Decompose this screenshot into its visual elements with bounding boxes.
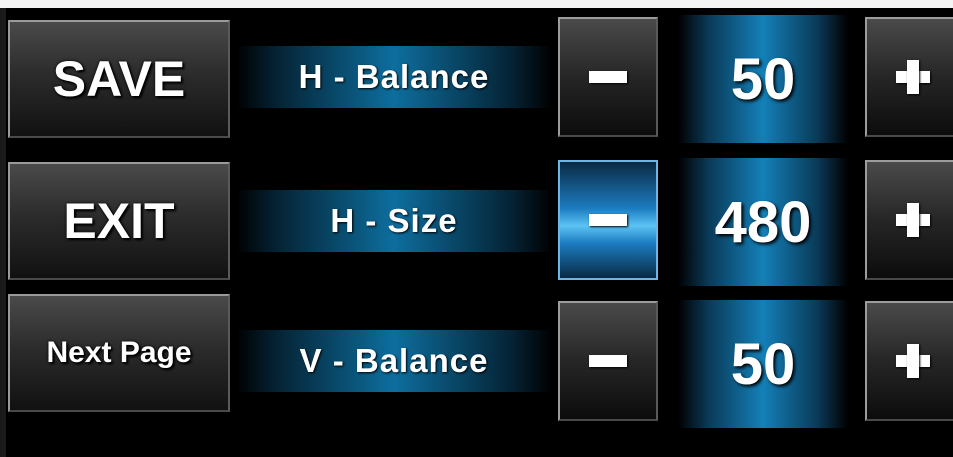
left-border <box>0 8 6 457</box>
plus-icon <box>895 203 930 237</box>
exit-button-label: EXIT <box>63 193 175 249</box>
exit-button[interactable]: EXIT <box>8 162 230 280</box>
h-size-decrease-button[interactable] <box>558 160 658 280</box>
v-balance-increase-button[interactable] <box>865 301 953 421</box>
save-button-label: SAVE <box>52 51 186 107</box>
v-balance-decrease-button[interactable] <box>558 301 658 421</box>
plus-icon <box>895 344 930 378</box>
h-balance-value: 50 <box>678 15 848 143</box>
minus-icon <box>589 214 627 226</box>
minus-icon <box>589 71 627 83</box>
v-balance-value: 50 <box>678 300 848 428</box>
next-page-button-label: Next Page <box>46 336 192 369</box>
h-balance-increase-button[interactable] <box>865 17 953 137</box>
h-size-label: H - Size <box>236 190 552 252</box>
save-button[interactable]: SAVE <box>8 20 230 138</box>
plus-icon <box>895 60 930 94</box>
h-balance-decrease-button[interactable] <box>558 17 658 137</box>
top-border <box>0 0 953 8</box>
h-size-value: 480 <box>678 158 848 286</box>
h-size-increase-button[interactable] <box>865 160 953 280</box>
next-page-button[interactable]: Next Page <box>8 294 230 412</box>
h-balance-label: H - Balance <box>236 46 552 108</box>
minus-icon <box>589 355 627 367</box>
v-balance-label: V - Balance <box>236 330 552 392</box>
